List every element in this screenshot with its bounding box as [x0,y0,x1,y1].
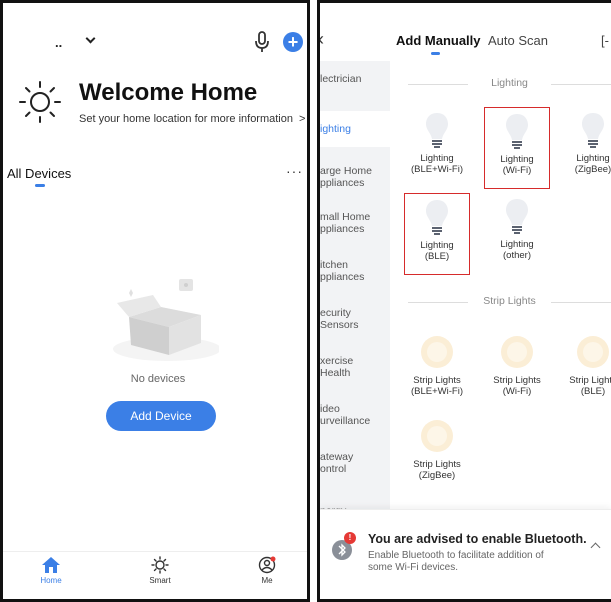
tab-me-label: Me [261,576,273,585]
bottom-tab-bar: Home Smart Me [3,551,307,599]
strip-light-icon [577,336,609,368]
device-label: Lighting (BLE+Wi-Fi) [411,153,463,175]
home-icon [42,557,60,573]
device-lighting-other[interactable]: Lighting (other) [484,197,550,273]
tab-me[interactable]: Me [237,556,297,585]
toast-title: You are advised to enable Bluetooth. [368,532,587,546]
sidebar-item-gateway-control[interactable]: ateway ontrol [320,451,390,475]
device-label: Strip Lights (BLE) [569,375,611,397]
set-location-text: Set your home location for more informat… [79,113,293,125]
tab-auto-scan[interactable]: Auto Scan [488,33,548,48]
tab-indicator [35,184,45,187]
section-title-strip-lights: Strip Lights [408,295,611,309]
section-title-lighting: Lighting [408,77,611,91]
device-lighting-ble[interactable]: Lighting (BLE) [404,193,470,275]
device-strip-zigbee[interactable]: Strip Lights (ZigBee) [404,417,470,493]
sun-weather-icon [19,81,61,123]
strip-light-icon [421,420,453,452]
sidebar-item-exercise-health[interactable]: xercise Health [320,355,390,379]
device-label: Lighting (other) [500,239,534,261]
toast-body: Enable Bluetooth to facilitate addition … [368,550,544,573]
sidebar-item-small-home-appliances[interactable]: mall Home ppliances [320,211,390,235]
tab-all-devices[interactable]: All Devices [7,166,71,181]
more-icon[interactable]: ··· [286,163,303,179]
device-lighting-zigbee[interactable]: Lighting (ZigBee) [560,111,611,187]
sidebar-item-video-surveillance[interactable]: ideo urveillance [320,403,390,427]
home-header: .. + [3,27,307,57]
home-selector[interactable]: .. [11,33,71,53]
bulb-icon [426,200,448,235]
bluetooth-toast[interactable]: ! You are advised to enable Bluetooth. E… [320,509,611,599]
set-location-link[interactable]: Set your home location for more informat… [79,113,305,125]
add-icon[interactable]: + [283,32,303,52]
bulb-icon [426,113,448,148]
sun-icon [151,556,169,574]
device-label: Lighting (BLE) [420,240,454,262]
alert-badge-icon: ! [344,532,356,544]
tab-home-label: Home [40,576,62,585]
device-label: Strip Lights (ZigBee) [413,459,461,481]
device-label: Lighting (Wi-Fi) [500,154,534,176]
empty-box-illustration [113,279,219,361]
bulb-icon [506,114,528,149]
welcome-title: Welcome Home [79,79,258,106]
home-screen: .. + Welcome Home Set your home location… [0,0,310,602]
back-icon[interactable]: ‹ [320,29,324,50]
add-device-header: ‹ Add Manually Auto Scan [- [320,27,611,57]
device-lighting-ble-wifi[interactable]: Lighting (BLE+Wi-Fi) [404,111,470,187]
chevron-right-icon: > [299,113,306,125]
tab-smart-label: Smart [149,576,171,585]
tab-indicator [431,52,440,55]
home-name-label: .. [55,35,63,50]
chevron-down-icon[interactable] [85,33,96,44]
device-strip-ble[interactable]: Strip Lights (BLE) [560,333,611,409]
chevron-up-icon[interactable] [590,542,601,553]
sidebar-item-large-home-appliances[interactable]: arge Home ppliances [320,165,390,189]
tab-home[interactable]: Home [21,556,81,585]
device-label: Strip Lights (BLE+Wi-Fi) [411,375,463,397]
strip-light-icon [501,336,533,368]
add-device-screen: ‹ Add Manually Auto Scan [- lectrician i… [317,0,611,602]
profile-icon [258,556,276,574]
empty-state-text: No devices [130,373,186,385]
device-strip-wifi[interactable]: Strip Lights (Wi-Fi) [484,333,550,409]
tab-add-manually[interactable]: Add Manually [396,33,481,48]
sidebar-item-lighting[interactable]: ighting [320,111,390,147]
strip-light-icon [421,336,453,368]
sidebar-item-kitchen-appliances[interactable]: itchen ppliances [320,259,390,283]
device-label: Strip Lights (Wi-Fi) [493,375,541,397]
device-label: Lighting (ZigBee) [574,153,611,175]
device-lighting-wifi[interactable]: Lighting (Wi-Fi) [484,107,550,189]
scan-icon[interactable]: [- [601,33,609,48]
microphone-icon[interactable] [253,31,271,53]
sidebar-item-electrician[interactable]: lectrician [320,73,390,85]
sidebar-item-security-sensors[interactable]: ecurity Sensors [320,307,390,331]
tab-smart[interactable]: Smart [130,556,190,585]
device-strip-ble-wifi[interactable]: Strip Lights (BLE+Wi-Fi) [404,333,470,409]
add-device-button[interactable]: Add Device [106,401,216,431]
bulb-icon [582,113,604,148]
bulb-icon [506,199,528,234]
